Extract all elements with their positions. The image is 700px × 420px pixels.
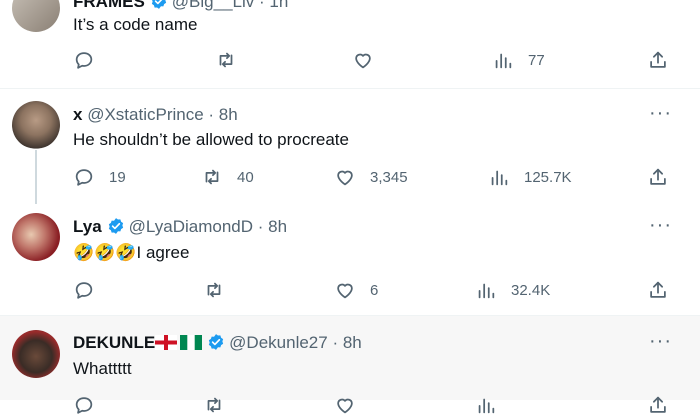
views-count: 32.4K xyxy=(511,281,551,299)
verified-icon xyxy=(209,334,224,350)
timestamp[interactable]: · 8h xyxy=(258,217,287,236)
share-icon xyxy=(650,51,666,68)
tweet-text: 🤣🤣🤣I agree xyxy=(73,242,189,264)
share-icon xyxy=(650,396,666,413)
tweet-header: x @XstaticPrince · 8h xyxy=(73,104,238,126)
retweet-icon xyxy=(205,169,219,185)
avatar[interactable] xyxy=(12,101,60,149)
retweet-icon xyxy=(207,397,221,413)
share-icon xyxy=(650,168,666,185)
tweet-text: It’s a code name xyxy=(73,15,198,34)
tweet-header: DEKUNLE @Dekunle27 · 8h xyxy=(73,332,362,354)
views-icon xyxy=(495,53,512,69)
share-button[interactable] xyxy=(647,49,669,71)
like-count: 3,345 xyxy=(370,168,408,186)
views-button[interactable]: 32.4K xyxy=(475,279,550,301)
like-button[interactable] xyxy=(352,49,388,71)
views-icon xyxy=(491,170,508,186)
england-flag-icon xyxy=(155,335,178,350)
emoji: 🤣🤣🤣 xyxy=(73,243,137,262)
avatar[interactable] xyxy=(12,0,60,32)
tweet-text-content: I agree xyxy=(136,243,190,262)
reply-icon xyxy=(75,169,93,186)
share-icon xyxy=(650,281,666,298)
views-count: 77 xyxy=(528,51,545,69)
share-button[interactable] xyxy=(647,394,669,416)
reply-icon xyxy=(75,282,93,299)
like-count: 6 xyxy=(370,281,379,299)
reply-icon xyxy=(75,52,93,69)
share-button[interactable] xyxy=(647,279,669,301)
display-name[interactable]: DEKUNLE xyxy=(73,333,155,352)
tweet-actions: 19 40 3,345 125.7K xyxy=(73,166,673,192)
like-icon xyxy=(337,398,353,414)
handle[interactable]: @Big__Liv xyxy=(172,0,254,11)
tweet-lyadiamondd[interactable]: Lya @LyaDiamondD · 8h ··· 🤣🤣🤣I agree 6 32… xyxy=(0,199,700,315)
timestamp[interactable]: · 1h xyxy=(259,0,288,11)
verified-icon xyxy=(108,218,123,234)
retweet-icon xyxy=(207,282,221,298)
retweet-button[interactable]: 40 xyxy=(201,166,254,188)
reply-button[interactable] xyxy=(73,279,109,301)
verified-icon xyxy=(151,0,166,9)
tweet-actions: 77 xyxy=(73,49,673,75)
views-icon xyxy=(478,283,495,299)
reply-button[interactable] xyxy=(73,49,109,71)
reply-count: 19 xyxy=(109,168,126,186)
display-name[interactable]: x xyxy=(73,105,82,124)
avatar[interactable] xyxy=(12,213,60,261)
tweet-feed: FRAMES @Big__Liv · 1h It’s a code name 77 xyxy=(0,0,700,414)
views-count: 125.7K xyxy=(524,168,572,186)
display-name[interactable]: Lya xyxy=(73,217,102,236)
reply-icon xyxy=(75,397,93,414)
tweet-actions: 6 32.4K xyxy=(73,279,673,305)
tweet-frames[interactable]: FRAMES @Big__Liv · 1h It’s a code name 77 xyxy=(0,0,700,88)
views-button[interactable]: 77 xyxy=(492,49,545,71)
display-name[interactable]: FRAMES xyxy=(73,0,145,11)
reply-button[interactable] xyxy=(73,394,95,416)
tweet-header: Lya @LyaDiamondD · 8h xyxy=(73,216,287,238)
retweet-button[interactable] xyxy=(215,49,251,71)
tweet-dekunle27[interactable]: DEKUNLE @Dekunle27 · 8h ··· Whattttt xyxy=(0,316,700,414)
handle[interactable]: @Dekunle27 xyxy=(229,333,328,352)
retweet-button[interactable] xyxy=(203,394,225,416)
handle[interactable]: @XstaticPrince xyxy=(87,105,203,124)
nigeria-flag-icon xyxy=(180,335,203,350)
like-button[interactable]: 6 xyxy=(334,279,378,301)
like-icon xyxy=(337,283,353,299)
thread-line xyxy=(35,150,37,204)
views-button[interactable] xyxy=(475,394,497,416)
like-icon xyxy=(355,53,371,69)
more-icon[interactable]: ··· xyxy=(649,102,672,125)
views-icon xyxy=(478,398,495,414)
retweet-icon xyxy=(219,52,233,68)
tweet-actions xyxy=(73,394,673,420)
tweet-header: FRAMES @Big__Liv · 1h xyxy=(73,0,288,13)
more-icon[interactable]: ··· xyxy=(649,214,672,237)
handle[interactable]: @LyaDiamondD xyxy=(129,217,253,236)
retweet-count: 40 xyxy=(237,168,254,186)
share-button[interactable] xyxy=(647,166,669,188)
like-button[interactable] xyxy=(334,394,356,416)
avatar[interactable] xyxy=(12,330,60,378)
timestamp[interactable]: · 8h xyxy=(332,333,361,352)
views-button[interactable]: 125.7K xyxy=(488,166,572,188)
like-button[interactable]: 3,345 xyxy=(334,166,408,188)
timestamp[interactable]: · 8h xyxy=(208,105,237,124)
tweet-text: Whattttt xyxy=(73,359,132,378)
like-icon xyxy=(337,170,353,186)
reply-button[interactable]: 19 xyxy=(73,166,126,188)
tweet-text: He shouldn’t be allowed to procreate xyxy=(73,130,349,149)
tweet-xstaticprince[interactable]: x @XstaticPrince · 8h ··· He shouldn’t b… xyxy=(0,89,700,199)
retweet-button[interactable] xyxy=(203,279,239,301)
more-icon[interactable]: ··· xyxy=(649,330,672,353)
